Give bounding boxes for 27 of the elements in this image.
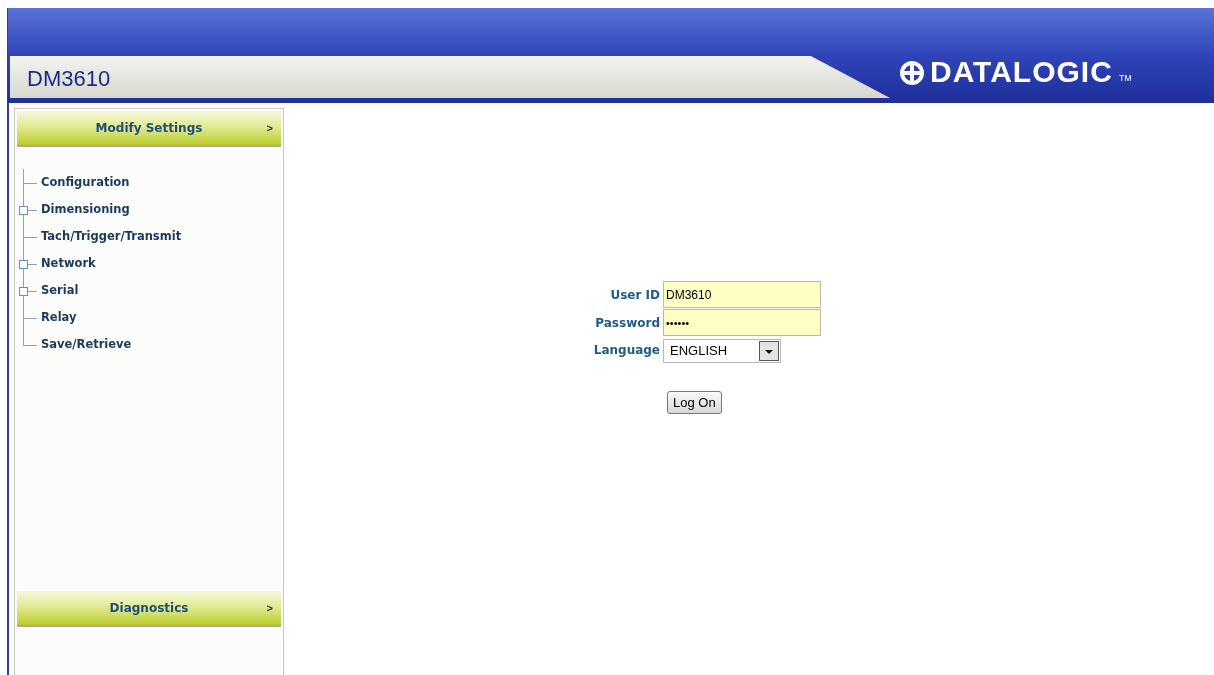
- section-header[interactable]: Diagnostics >: [17, 591, 281, 627]
- user-id-field[interactable]: DM3610: [663, 281, 821, 308]
- section-title: Diagnostics: [109, 600, 189, 617]
- section-header[interactable]: Modify Settings >: [17, 111, 281, 147]
- device-title: DM3610: [27, 65, 111, 93]
- chevron-icon: >: [266, 600, 273, 617]
- section-title: Modify Settings: [95, 120, 203, 137]
- brand-wordmark: DATALOGIC: [930, 55, 1113, 89]
- tree-item[interactable]: Serial: [41, 281, 79, 300]
- tree-item[interactable]: Network: [41, 254, 96, 273]
- expand-box-icon[interactable]: [19, 287, 28, 296]
- expand-box-icon[interactable]: [19, 260, 28, 269]
- user-id-label: User ID: [609, 286, 660, 304]
- chevron-icon: >: [266, 120, 273, 137]
- log-on-button[interactable]: Log On: [667, 391, 722, 414]
- tree-item[interactable]: Tach/Trigger/Transmit: [41, 227, 182, 246]
- trademark-mark: TM: [1118, 71, 1132, 85]
- tree-item[interactable]: Save/Retrieve: [41, 335, 132, 354]
- cross-circle-icon: [900, 61, 924, 85]
- tree-item[interactable]: Relay: [41, 308, 77, 327]
- language-dropdown[interactable]: ENGLISH: [663, 339, 781, 363]
- language-label: Language: [592, 342, 660, 359]
- tree-item[interactable]: Dimensioning: [41, 200, 130, 219]
- password-field[interactable]: ••••••: [663, 309, 821, 336]
- password-label: Password: [594, 314, 660, 332]
- tree-item[interactable]: Configuration: [41, 173, 130, 192]
- expand-box-icon[interactable]: [19, 206, 28, 215]
